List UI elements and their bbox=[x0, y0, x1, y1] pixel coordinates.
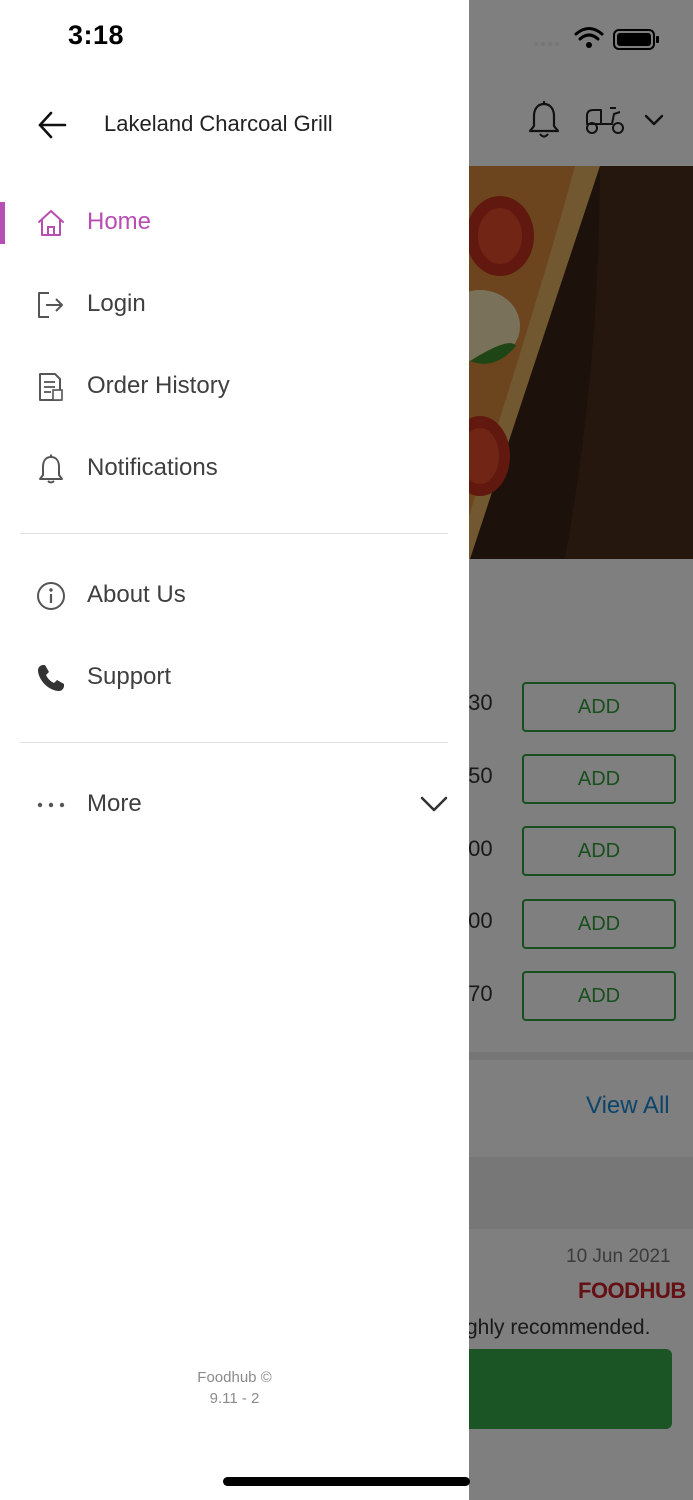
status-time: 3:18 bbox=[68, 20, 125, 50]
app-brand-footer: Foodhub © bbox=[197, 1369, 272, 1386]
menu-item-label: Order History bbox=[87, 372, 230, 399]
cellular-signal-icon bbox=[533, 41, 560, 47]
menu-item-label: Support bbox=[87, 663, 172, 690]
login-icon bbox=[38, 292, 63, 318]
home-icon bbox=[38, 210, 64, 236]
menu-item-about-us[interactable]: About Us bbox=[0, 561, 469, 631]
navigation-drawer: 3:18 Lakeland Charcoal Grill Home Login bbox=[0, 0, 469, 1500]
menu-divider bbox=[20, 742, 448, 743]
menu-item-login[interactable]: Login bbox=[0, 270, 469, 340]
menu-item-label: Home bbox=[87, 208, 152, 235]
menu-item-notifications[interactable]: Notifications bbox=[0, 434, 469, 504]
status-icons bbox=[533, 27, 659, 50]
info-icon bbox=[37, 582, 65, 610]
menu-divider bbox=[20, 533, 448, 534]
battery-icon bbox=[613, 29, 659, 50]
menu-item-label: Notifications bbox=[87, 454, 218, 481]
menu-item-more[interactable]: More bbox=[0, 770, 469, 840]
app-version: 9.11 - 2 bbox=[209, 1390, 260, 1407]
wifi-icon bbox=[574, 27, 604, 41]
menu-item-label: About Us bbox=[87, 581, 186, 608]
phone-icon bbox=[38, 665, 64, 691]
menu-item-home[interactable]: Home bbox=[0, 188, 469, 258]
active-indicator bbox=[0, 202, 5, 244]
home-indicator[interactable] bbox=[223, 1477, 470, 1486]
back-arrow-icon[interactable] bbox=[36, 108, 68, 142]
restaurant-title: Lakeland Charcoal Grill bbox=[104, 111, 333, 136]
menu-item-order-history[interactable]: Order History bbox=[0, 352, 469, 422]
ellipsis-icon bbox=[37, 802, 65, 808]
bell-icon bbox=[39, 454, 63, 484]
menu-item-label: Login bbox=[87, 290, 146, 317]
chevron-down-icon[interactable] bbox=[418, 792, 450, 816]
menu-item-label: More bbox=[87, 790, 142, 817]
menu-item-support[interactable]: Support bbox=[0, 643, 469, 713]
order-history-icon bbox=[39, 373, 63, 401]
